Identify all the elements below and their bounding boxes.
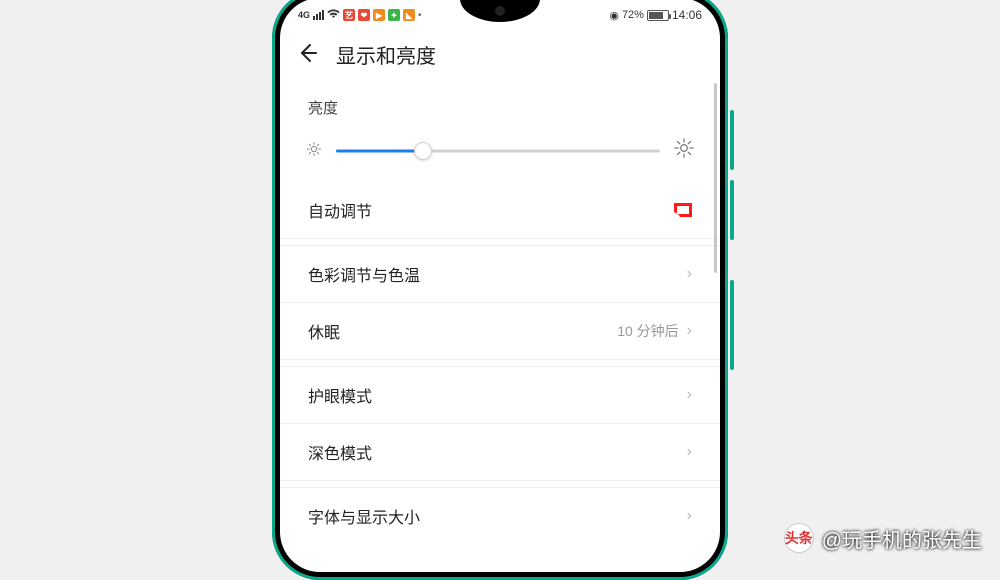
volume-up-button [730, 110, 734, 170]
color-temp-row[interactable]: 色彩调节与色温 › [280, 245, 720, 302]
auto-brightness-row: 自动调节 [280, 182, 720, 238]
font-size-label: 字体与显示大小 [308, 504, 420, 528]
app-notif-icon-1: 艺 [343, 9, 355, 21]
watermark-logo: 头条 [784, 523, 814, 553]
brightness-slider-knob[interactable] [414, 142, 432, 160]
page-title: 显示和亮度 [336, 40, 436, 69]
sleep-value: 10 分钟后 [617, 321, 678, 341]
eye-care-label: 护眼模式 [308, 383, 372, 407]
clock-label: 14:06 [672, 8, 702, 22]
brightness-low-icon [306, 141, 322, 161]
volume-down-button [730, 180, 734, 240]
font-size-row[interactable]: 字体与显示大小 › [280, 487, 720, 544]
brightness-slider[interactable] [336, 141, 660, 161]
more-notif-dots: • [418, 10, 422, 21]
battery-pct-label: 72% [622, 9, 644, 21]
wifi-icon [327, 9, 340, 22]
scrollbar[interactable] [714, 83, 717, 273]
app-notif-icon-5: ◣ [403, 9, 415, 21]
annotation-highlight-box [674, 203, 692, 217]
brightness-slider-row [280, 124, 720, 182]
chevron-right-icon: › [687, 322, 692, 340]
eye-comfort-icon: ◉ [609, 9, 619, 22]
chevron-right-icon: › [687, 507, 692, 525]
power-button [730, 280, 734, 370]
eye-care-row[interactable]: 护眼模式 › [280, 366, 720, 423]
color-temp-label: 色彩调节与色温 [308, 262, 420, 286]
chevron-right-icon: › [687, 265, 692, 283]
brightness-high-icon [674, 138, 694, 164]
app-header: 显示和亮度 [280, 26, 720, 79]
battery-icon [647, 10, 669, 21]
dark-mode-row[interactable]: 深色模式 › [280, 423, 720, 480]
brightness-section-label: 亮度 [280, 87, 720, 124]
watermark: 头条 @玩手机的张先生 [784, 523, 982, 553]
back-button[interactable] [298, 43, 318, 67]
sleep-label: 休眠 [308, 319, 340, 343]
app-notif-icon-2: ❤ [358, 9, 370, 21]
app-notif-icon-3: ▶ [373, 9, 385, 21]
chevron-right-icon: › [687, 386, 692, 404]
signal-icon [313, 10, 324, 20]
dark-mode-label: 深色模式 [308, 440, 372, 464]
network-type-label: 4G [298, 10, 310, 20]
auto-brightness-label: 自动调节 [308, 198, 372, 222]
app-notif-icon-4: ✦ [388, 9, 400, 21]
sleep-row[interactable]: 休眠 10 分钟后 › [280, 302, 720, 359]
chevron-right-icon: › [687, 443, 692, 461]
phone-frame: 4G 艺 ❤ ▶ ✦ ◣ • ◉ 72% 14:06 [272, 0, 728, 580]
watermark-text: @玩手机的张先生 [822, 524, 982, 553]
